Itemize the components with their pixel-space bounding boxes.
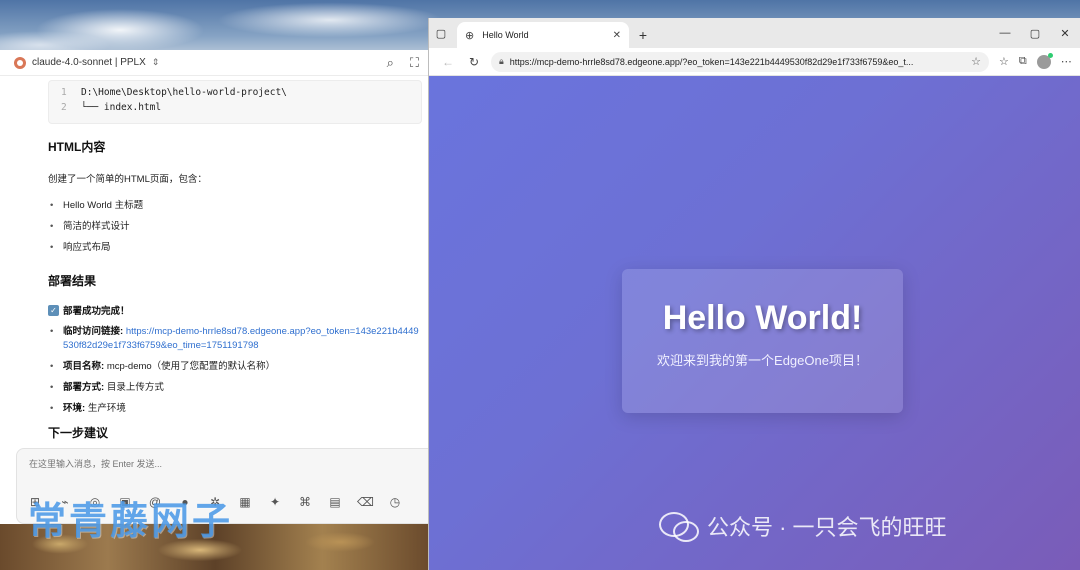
- model-selector[interactable]: claude-4.0-sonnet | PPLX: [32, 57, 146, 68]
- info-label: 部署方式:: [63, 382, 105, 393]
- info-label: 环境:: [63, 403, 86, 414]
- code-line: 2 └── index.html: [61, 100, 411, 115]
- line-number: 1: [61, 87, 67, 98]
- list-item: 环境: 生产环境: [48, 402, 420, 416]
- lock-icon[interactable]: 🔒︎: [499, 56, 504, 67]
- code-block: 1 D:\Home\Desktop\hello-world-project\ 2…: [48, 80, 422, 124]
- info-label: 项目名称:: [63, 361, 105, 372]
- new-tab-button[interactable]: +: [629, 22, 657, 48]
- address-bar[interactable]: 🔒︎ https://mcp-demo-hrrle8sd78.edgeone.a…: [491, 51, 989, 72]
- message-input[interactable]: [17, 449, 429, 479]
- close-window-icon[interactable]: ✕: [1050, 18, 1080, 48]
- profile-avatar[interactable]: [1036, 52, 1053, 69]
- chat-window: claude-4.0-sonnet | PPLX ⇕ ⌕ ⛶ 1 D:\Home…: [0, 50, 430, 524]
- info-value: mcp-demo（使用了您配置的默认名称）: [106, 361, 276, 372]
- tab-title: Hello World: [482, 30, 529, 40]
- sparkle-icon[interactable]: ✦: [267, 495, 283, 509]
- page-heading: Hello World!: [662, 299, 863, 337]
- more-options-icon[interactable]: ⋯: [1061, 55, 1072, 68]
- favorite-star-icon[interactable]: ☆: [971, 55, 981, 68]
- tab-actions-icon[interactable]: ▢: [429, 18, 453, 48]
- code-icon[interactable]: ⌘: [297, 495, 313, 509]
- line-number: 2: [61, 102, 67, 113]
- list-item: Hello World 主标题: [48, 195, 420, 216]
- window-controls: — ▢ ✕: [990, 18, 1080, 48]
- refresh-icon[interactable]: ↻: [461, 55, 487, 69]
- back-icon[interactable]: ←: [435, 55, 461, 69]
- wechat-watermark: 公众号 · 一只会飞的旺旺: [659, 510, 947, 542]
- tab-bar: ▢ ⊕ Hello World ✕ + — ▢ ✕: [429, 18, 1080, 48]
- url-text: https://mcp-demo-hrrle8sd78.edgeone.app/…: [509, 56, 914, 67]
- deploy-success-line: ✓ 部署成功完成！: [48, 303, 420, 317]
- collections-icon[interactable]: ⧉: [1019, 55, 1027, 68]
- tab-hello-world[interactable]: ⊕ Hello World ✕: [457, 22, 629, 48]
- html-feature-list: Hello World 主标题 简洁的样式设计 响应式布局: [48, 195, 420, 258]
- chat-header: claude-4.0-sonnet | PPLX ⇕ ⌕ ⛶: [0, 50, 429, 76]
- list-item: 部署方式: 目录上传方式: [48, 381, 420, 395]
- info-label: 临时访问链接:: [63, 326, 124, 337]
- page-content: Hello World! 欢迎来到我的第一个EdgeOne项目！ 公众号 · 一…: [429, 76, 1080, 570]
- deploy-info-list: 临时访问链接: https://mcp-demo-hrrle8sd78.edge…: [48, 325, 420, 416]
- wechat-watermark-text: 公众号 · 一只会飞的旺旺: [707, 515, 947, 540]
- info-value: 生产环境: [87, 403, 126, 414]
- code-text: └── index.html: [81, 102, 162, 113]
- chevron-updown-icon[interactable]: ⇕: [152, 57, 160, 68]
- hello-card: Hello World! 欢迎来到我的第一个EdgeOne项目！: [622, 269, 903, 413]
- favorites-icon[interactable]: ☆: [999, 55, 1009, 68]
- grid-icon[interactable]: ▦: [237, 495, 253, 509]
- code-line: 1 D:\Home\Desktop\hello-world-project\: [61, 85, 411, 100]
- search-icon[interactable]: ⌕: [387, 55, 394, 71]
- section-heading-next: 下一步建议: [48, 426, 109, 440]
- globe-icon: ⊕: [465, 29, 475, 42]
- wechat-icon: [659, 510, 699, 542]
- html-intro-text: 创建了一个简单的HTML页面，包含：: [48, 174, 207, 185]
- eraser-icon[interactable]: ⌫: [357, 495, 374, 509]
- section-heading-html: HTML内容: [48, 140, 106, 154]
- section-heading-deploy: 部署结果: [48, 274, 97, 288]
- table-icon[interactable]: ▤: [327, 495, 343, 509]
- page-subtitle: 欢迎来到我的第一个EdgeOne项目！: [657, 353, 868, 368]
- minimize-icon[interactable]: —: [990, 18, 1020, 48]
- list-item: 简洁的样式设计: [48, 216, 420, 237]
- address-bar-row: ← ↻ 🔒︎ https://mcp-demo-hrrle8sd78.edgeo…: [429, 48, 1080, 76]
- list-item: 响应式布局: [48, 237, 420, 258]
- watermark-text: 常青藤网子: [28, 499, 234, 543]
- checkmark-icon: ✓: [48, 304, 59, 316]
- code-text: D:\Home\Desktop\hello-world-project\: [81, 87, 287, 98]
- model-logo-icon: [14, 56, 26, 69]
- info-value: 目录上传方式: [106, 382, 164, 393]
- expand-icon[interactable]: ⛶: [410, 55, 419, 71]
- chat-messages: 1 D:\Home\Desktop\hello-world-project\ 2…: [0, 76, 429, 448]
- list-item: 临时访问链接: https://mcp-demo-hrrle8sd78.edge…: [48, 325, 420, 353]
- maximize-icon[interactable]: ▢: [1020, 18, 1050, 48]
- close-tab-icon[interactable]: ✕: [613, 30, 621, 41]
- deploy-success-text: 部署成功完成！: [63, 306, 130, 317]
- list-item: 项目名称: mcp-demo（使用了您配置的默认名称）: [48, 360, 420, 374]
- browser-window: ▢ ⊕ Hello World ✕ + — ▢ ✕ ← ↻ 🔒︎ https:/…: [428, 18, 1080, 570]
- history-icon[interactable]: ◷: [387, 495, 403, 509]
